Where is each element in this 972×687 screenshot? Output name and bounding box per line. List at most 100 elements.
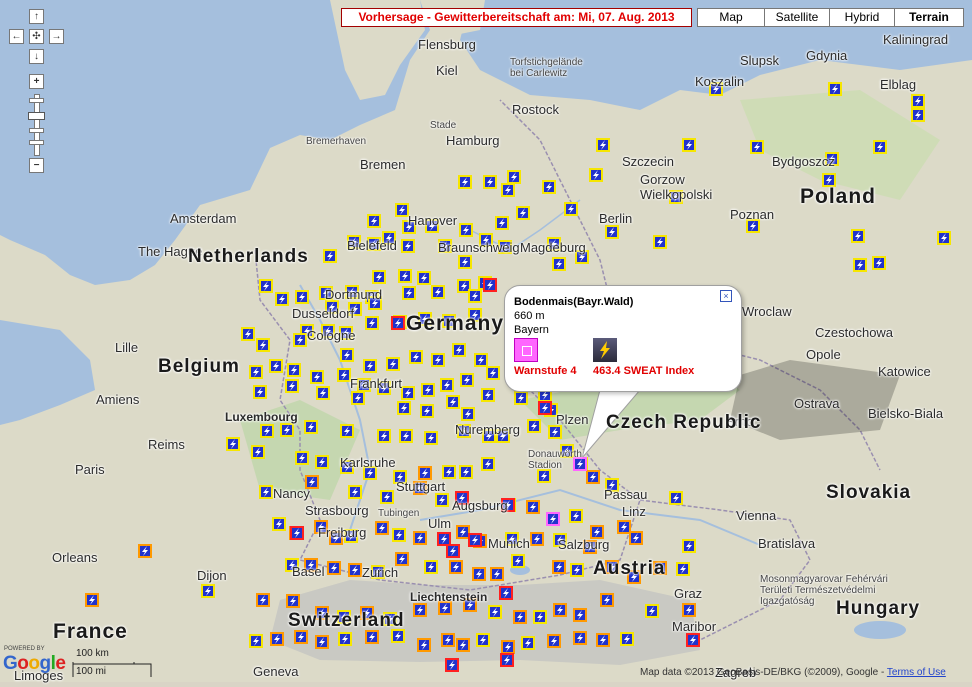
lightning-icon[interactable] xyxy=(537,469,551,483)
lightning-icon[interactable] xyxy=(570,563,584,577)
lightning-icon[interactable] xyxy=(474,353,488,367)
lightning-icon[interactable] xyxy=(409,350,423,364)
map-type-hybrid[interactable]: Hybrid xyxy=(829,8,895,27)
google-logo[interactable]: Google xyxy=(3,653,66,675)
lightning-icon[interactable] xyxy=(573,631,587,645)
lightning-icon[interactable] xyxy=(270,632,284,646)
lightning-icon[interactable] xyxy=(201,584,215,598)
lightning-icon[interactable] xyxy=(446,544,460,558)
lightning-icon[interactable] xyxy=(395,552,409,566)
lightning-icon[interactable] xyxy=(327,561,341,575)
lightning-icon[interactable] xyxy=(547,634,561,648)
lightning-icon[interactable] xyxy=(481,457,495,471)
lightning-icon[interactable] xyxy=(442,465,456,479)
lightning-icon[interactable] xyxy=(249,634,263,648)
lightning-icon[interactable] xyxy=(348,563,362,577)
lightning-icon[interactable] xyxy=(424,560,438,574)
lightning-icon[interactable] xyxy=(338,632,352,646)
lightning-icon[interactable] xyxy=(226,437,240,451)
lightning-icon[interactable] xyxy=(596,138,610,152)
lightning-icon[interactable] xyxy=(514,391,528,405)
lightning-icon[interactable] xyxy=(461,407,475,421)
zoom-in-button[interactable]: + xyxy=(29,74,44,89)
lightning-icon[interactable] xyxy=(553,603,567,617)
lightning-icon[interactable] xyxy=(452,343,466,357)
lightning-icon[interactable] xyxy=(417,638,431,652)
lightning-icon[interactable] xyxy=(315,635,329,649)
lightning-icon[interactable] xyxy=(398,269,412,283)
lightning-icon[interactable] xyxy=(249,365,263,379)
lightning-icon[interactable] xyxy=(256,338,270,352)
lightning-icon[interactable] xyxy=(501,183,515,197)
lightning-icon[interactable] xyxy=(617,520,631,534)
lightning-icon[interactable] xyxy=(294,630,308,644)
lightning-icon[interactable] xyxy=(513,610,527,624)
lightning-icon[interactable] xyxy=(682,539,696,553)
lightning-icon[interactable] xyxy=(605,225,619,239)
lightning-icon[interactable] xyxy=(542,180,556,194)
lightning-icon[interactable] xyxy=(441,633,455,647)
lightning-icon[interactable] xyxy=(304,420,318,434)
lightning-icon[interactable] xyxy=(363,359,377,373)
pan-left-button[interactable]: ← xyxy=(9,29,24,44)
lightning-icon[interactable] xyxy=(488,605,502,619)
lightning-icon[interactable] xyxy=(418,466,432,480)
lightning-icon[interactable] xyxy=(392,528,406,542)
zoom-out-button[interactable]: − xyxy=(29,158,44,173)
lightning-icon[interactable] xyxy=(367,214,381,228)
lightning-icon[interactable] xyxy=(340,348,354,362)
lightning-icon[interactable] xyxy=(481,388,495,402)
lightning-icon[interactable] xyxy=(851,229,865,243)
lightning-icon[interactable] xyxy=(645,604,659,618)
lightning-icon[interactable] xyxy=(391,316,405,330)
lightning-icon[interactable] xyxy=(483,175,497,189)
terms-of-use-link[interactable]: Terms of Use xyxy=(887,667,946,678)
lightning-icon[interactable] xyxy=(527,419,541,433)
lightning-icon[interactable] xyxy=(275,292,289,306)
lightning-icon[interactable] xyxy=(395,203,409,217)
pan-up-button[interactable]: ↑ xyxy=(29,9,44,24)
lightning-icon[interactable] xyxy=(431,353,445,367)
pan-down-button[interactable]: ↓ xyxy=(29,49,44,64)
lightning-icon[interactable] xyxy=(401,386,415,400)
lightning-icon[interactable] xyxy=(500,653,514,667)
lightning-icon[interactable] xyxy=(456,638,470,652)
lightning-icon[interactable] xyxy=(413,531,427,545)
lightning-icon[interactable] xyxy=(421,383,435,397)
lightning-icon[interactable] xyxy=(310,370,324,384)
lightning-icon[interactable] xyxy=(516,206,530,220)
lightning-icon[interactable] xyxy=(259,279,273,293)
lightning-icon[interactable] xyxy=(269,359,283,373)
lightning-icon[interactable] xyxy=(295,451,309,465)
lightning-icon[interactable] xyxy=(486,366,500,380)
lightning-icon[interactable] xyxy=(530,532,544,546)
lightning-icon[interactable] xyxy=(586,470,600,484)
lightning-icon[interactable] xyxy=(538,401,552,415)
map-type-map[interactable]: Map xyxy=(697,8,765,27)
lightning-icon[interactable] xyxy=(446,395,460,409)
lightning-icon[interactable] xyxy=(375,521,389,535)
lightning-icon[interactable] xyxy=(372,270,386,284)
lightning-icon[interactable] xyxy=(620,632,634,646)
lightning-icon[interactable] xyxy=(386,357,400,371)
lightning-icon[interactable] xyxy=(420,404,434,418)
lightning-icon[interactable] xyxy=(600,593,614,607)
lightning-icon[interactable] xyxy=(521,636,535,650)
lightning-icon[interactable] xyxy=(937,231,951,245)
lightning-icon[interactable] xyxy=(460,373,474,387)
lightning-icon[interactable] xyxy=(682,603,696,617)
lightning-icon[interactable] xyxy=(402,286,416,300)
lightning-icon[interactable] xyxy=(286,594,300,608)
lightning-icon[interactable] xyxy=(413,603,427,617)
lightning-icon[interactable] xyxy=(472,567,486,581)
lightning-icon[interactable] xyxy=(138,544,152,558)
lightning-icon[interactable] xyxy=(490,567,504,581)
lightning-icon[interactable] xyxy=(569,509,583,523)
lightning-icon[interactable] xyxy=(315,455,329,469)
pan-center-button[interactable]: ✣ xyxy=(29,29,44,44)
lightning-icon[interactable] xyxy=(435,493,449,507)
lightning-icon[interactable] xyxy=(911,94,925,108)
lightning-icon[interactable] xyxy=(458,175,472,189)
lightning-icon[interactable] xyxy=(424,431,438,445)
lightning-icon[interactable] xyxy=(552,560,566,574)
